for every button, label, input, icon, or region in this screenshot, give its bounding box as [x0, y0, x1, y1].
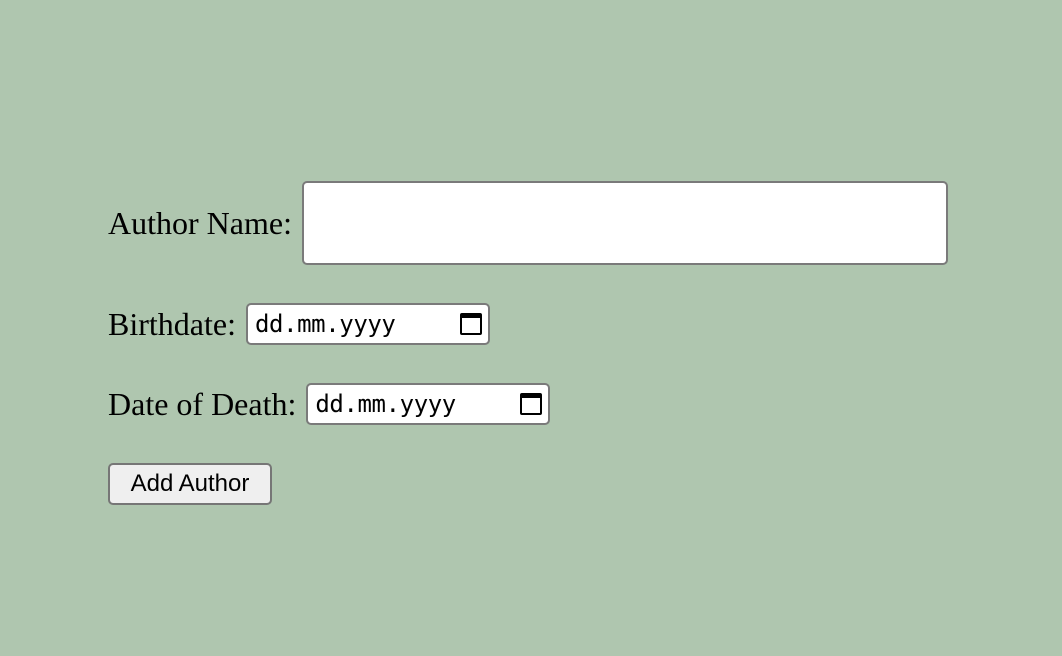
author-name-row: Author Name: — [108, 181, 948, 265]
calendar-icon[interactable] — [520, 393, 543, 415]
author-name-input[interactable] — [301, 181, 948, 265]
date-of-death-row: Date of Death: dd.mm.yyyy — [108, 383, 551, 425]
birthdate-label: Birthdate: — [108, 306, 236, 342]
date-of-death-label: Date of Death: — [108, 386, 297, 422]
add-author-button[interactable]: Add Author — [108, 463, 272, 505]
date-of-death-placeholder: dd.mm.yyyy — [315, 390, 456, 418]
date-of-death-input[interactable]: dd.mm.yyyy — [306, 383, 551, 425]
calendar-icon[interactable] — [459, 313, 482, 335]
birthdate-input[interactable]: dd.mm.yyyy — [245, 303, 490, 345]
birthdate-row: Birthdate: dd.mm.yyyy — [108, 303, 490, 345]
author-name-label: Author Name: — [108, 205, 292, 241]
birthdate-placeholder: dd.mm.yyyy — [254, 310, 396, 338]
submit-row: Add Author — [108, 463, 272, 505]
